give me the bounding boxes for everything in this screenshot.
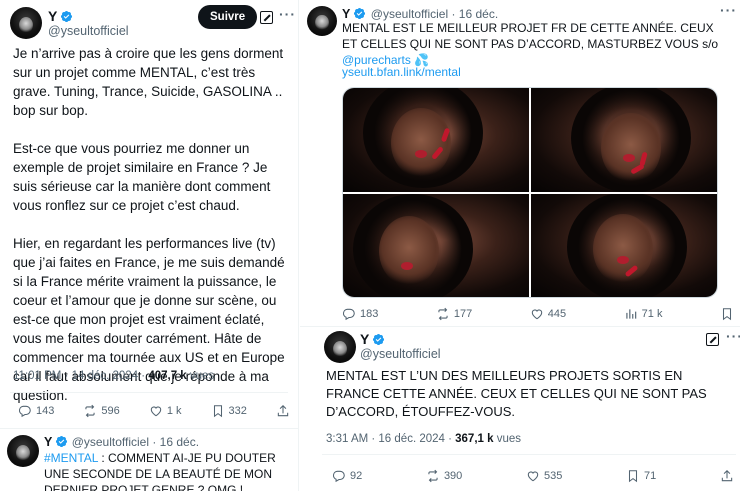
reply-icon (332, 469, 346, 483)
views-count: 71 k (641, 308, 663, 320)
bookmark-button[interactable]: 332 (211, 404, 247, 418)
tweet-bottom-right: Y @yseultofficiel ··· MENTAL EST L’UN DE… (300, 326, 740, 491)
tweet-top-right[interactable]: Y @yseultofficiel · 16 déc. ··· MENTAL E… (300, 0, 740, 326)
like-button[interactable]: 535 (526, 469, 562, 483)
verified-badge-icon (353, 7, 366, 20)
reply-icon (342, 307, 356, 321)
photo-2[interactable] (531, 88, 717, 192)
reply-button[interactable]: 183 (342, 307, 378, 321)
share-button[interactable] (720, 469, 734, 483)
repost-count: 390 (443, 470, 463, 482)
tweet-paragraph: Est-ce que vous pourriez me donner un ex… (13, 141, 271, 213)
reply-count: 92 (350, 470, 363, 482)
views-count: 407,7 k (148, 370, 187, 382)
reply-count: 183 (360, 308, 379, 320)
repost-button[interactable]: 596 (83, 404, 120, 418)
avatar[interactable] (324, 331, 356, 363)
avatar[interactable] (7, 435, 39, 467)
verified-badge-icon (60, 10, 73, 23)
author-name[interactable]: Y (44, 435, 52, 449)
tweet-timestamp[interactable]: 3:31 AM · 16 déc. 2024 · (326, 433, 455, 445)
repost-button[interactable]: 177 (436, 307, 472, 321)
like-icon (526, 469, 540, 483)
url-link[interactable]: yseult.bfan.link/mental (342, 64, 461, 80)
repost-icon (83, 404, 97, 418)
tweet-text: MENTAL EST LE MEILLEUR PROJET FR DE CETT… (342, 21, 719, 51)
verified-badge-icon (372, 333, 385, 346)
tweet-text: MENTAL EST L’UN DES MEILLEURS PROJETS SO… (326, 368, 707, 419)
tweet-timestamp[interactable]: 11:01 PM · 14 déc. 2024 · (13, 370, 148, 382)
photo-4[interactable] (531, 193, 717, 297)
follow-button[interactable]: Suivre (198, 5, 258, 29)
hashtag-link[interactable]: #MENTAL (44, 451, 98, 465)
author-handle[interactable]: @yseultofficiel (360, 347, 441, 361)
like-button[interactable]: 445 (530, 307, 566, 321)
repost-button[interactable]: 390 (426, 469, 462, 483)
like-count: 445 (547, 308, 567, 320)
bookmark-button[interactable]: 71 (626, 469, 656, 483)
views-label: vues (493, 433, 522, 445)
reply-button[interactable]: 143 (18, 404, 54, 418)
grok-icon[interactable] (260, 11, 273, 24)
like-count: 535 (543, 470, 563, 482)
tweet-paragraph: Je n’arrive pas à croire que les gens do… (13, 46, 284, 118)
tweet-main: Y @yseultofficiel Suivre ··· Je n’arrive… (0, 0, 299, 428)
author-handle[interactable]: @yseultofficiel · 16 déc. (72, 435, 199, 449)
share-icon (720, 469, 734, 483)
share-icon (276, 404, 290, 418)
reply-icon (18, 404, 32, 418)
bookmark-icon (626, 469, 640, 483)
reply-button[interactable]: 92 (332, 469, 362, 483)
views-label: vues (186, 370, 215, 382)
repost-count: 177 (453, 308, 473, 320)
divider (322, 454, 736, 455)
share-button[interactable] (276, 404, 290, 418)
grok-icon[interactable] (706, 333, 719, 346)
verified-badge-icon (55, 435, 68, 448)
author-handle[interactable]: @yseultofficiel · 16 déc. (371, 7, 498, 21)
bookmark-count: 332 (228, 405, 247, 417)
avatar[interactable] (10, 7, 42, 39)
photo-3[interactable] (343, 193, 529, 297)
avatar[interactable] (307, 6, 337, 36)
reply-count: 143 (36, 405, 55, 417)
repost-icon (436, 307, 450, 321)
bookmark-icon (720, 307, 734, 321)
bookmark-count: 71 (644, 470, 657, 482)
photo-1[interactable] (343, 88, 529, 192)
more-icon[interactable]: ··· (726, 328, 740, 344)
views-count: 367,1 k (455, 433, 494, 445)
bookmark-icon (211, 404, 225, 418)
media-grid[interactable] (342, 87, 718, 298)
author-name[interactable]: Y (342, 7, 350, 21)
repost-icon (426, 469, 440, 483)
like-button[interactable]: 1 k (149, 404, 182, 418)
author-name[interactable]: Y (48, 8, 57, 24)
views-icon (624, 307, 638, 321)
divider (10, 392, 288, 393)
like-count: 1 k (166, 405, 182, 417)
like-icon (530, 307, 544, 321)
more-icon[interactable]: ··· (720, 2, 737, 18)
author-name[interactable]: Y (360, 331, 369, 347)
views-button[interactable]: 71 k (624, 307, 663, 321)
tweet-bottom-left[interactable]: Y @yseultofficiel · 16 déc. #MENTAL : CO… (0, 428, 299, 491)
bookmark-button[interactable] (720, 307, 734, 321)
repost-count: 596 (101, 405, 120, 417)
author-handle[interactable]: @yseultofficiel (48, 24, 129, 38)
like-icon (149, 404, 163, 418)
more-icon[interactable]: ··· (279, 6, 296, 22)
